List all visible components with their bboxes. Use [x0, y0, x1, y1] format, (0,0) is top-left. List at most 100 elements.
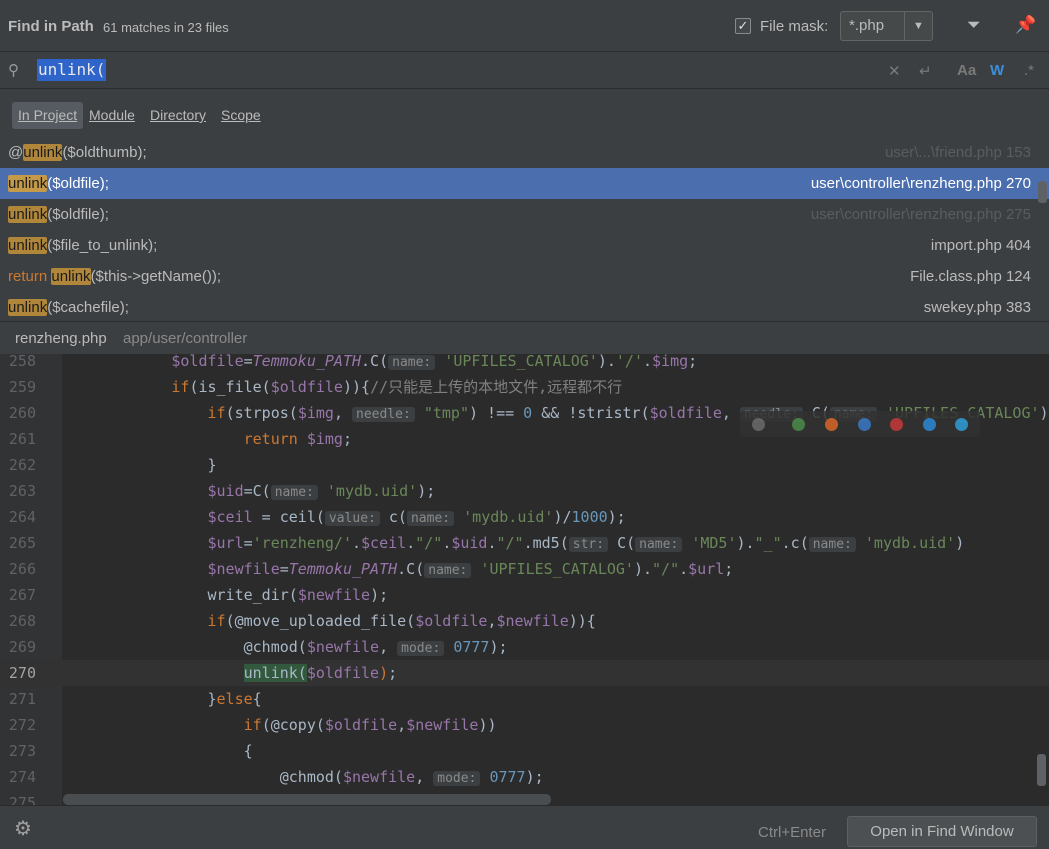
words-toggle[interactable]: W [990, 62, 1004, 79]
result-location: swekey.php 383 [923, 299, 1031, 316]
code-preview[interactable]: 258 $oldfile=Temmoku_PATH.C(name: 'UPFIL… [0, 354, 1049, 805]
horizontal-scrollbar[interactable] [63, 794, 551, 805]
code-line: 267 write_dir($newfile); [0, 582, 1049, 608]
code-line: 274 @chmod($newfile, mode: 0777); [0, 764, 1049, 790]
tab-directory[interactable]: Directory [144, 102, 212, 129]
result-row[interactable]: return unlink($this->getName()); File.cl… [0, 261, 1049, 292]
line-number: 259 [8, 378, 36, 396]
tab-module[interactable]: Module [83, 102, 141, 129]
pin-icon[interactable]: 📌 [1015, 15, 1036, 35]
code-line: 258 $oldfile=Temmoku_PATH.C(name: 'UPFIL… [0, 354, 1049, 374]
tab-in-project[interactable]: In Project [12, 102, 84, 129]
result-location: File.class.php 124 [910, 268, 1031, 285]
result-location: user\controller\renzheng.php 275 [810, 206, 1031, 223]
dialog-title: Find in Path [8, 18, 94, 35]
safari-icon[interactable] [858, 418, 871, 431]
result-match: unlink [23, 144, 63, 161]
code-line: 269 @chmod($newfile, mode: 0777); [0, 634, 1049, 660]
filter-icon[interactable]: ⏷ [967, 15, 981, 35]
line-number: 261 [8, 430, 36, 448]
line-number: 265 [8, 534, 36, 552]
line-number: 275 [8, 794, 36, 805]
line-number: 271 [8, 690, 36, 708]
preview-header: renzheng.php app/user/controller [0, 321, 1049, 354]
code-line: 262 } [0, 452, 1049, 478]
opera-icon[interactable] [890, 418, 903, 431]
result-row[interactable]: unlink($oldfile); user\controller\renzhe… [0, 199, 1049, 230]
regex-toggle[interactable]: .* [1024, 62, 1034, 79]
line-number: 260 [8, 404, 36, 422]
results-list: @unlink($oldthumb); user\...\friend.php … [0, 137, 1049, 323]
vertical-scrollbar[interactable] [1037, 754, 1046, 786]
browser-preview-bar [740, 411, 980, 437]
result-row[interactable]: @unlink($oldthumb); user\...\friend.php … [0, 137, 1049, 168]
results-scrollbar[interactable] [1038, 181, 1047, 203]
code-line-current: 270 unlink($oldfile); [0, 660, 1049, 686]
preview-file-name: renzheng.php [15, 330, 107, 347]
result-row-selected[interactable]: unlink($oldfile); user\controller\renzhe… [0, 168, 1049, 199]
search-icon[interactable]: ⚲ [8, 61, 19, 79]
clear-icon[interactable]: ✕ [888, 62, 901, 80]
search-input[interactable]: unlink( [37, 59, 107, 81]
line-number: 270 [8, 664, 36, 682]
result-row[interactable]: unlink($cachefile); swekey.php 383 [0, 292, 1049, 323]
file-mask-select[interactable]: *.php ▼ [840, 11, 933, 41]
result-location: user\...\friend.php 153 [885, 144, 1031, 161]
line-number: 274 [8, 768, 36, 786]
code-line: 263 $uid=C(name: 'mydb.uid'); [0, 478, 1049, 504]
line-number: 258 [8, 354, 36, 370]
code-line: 264 $ceil = ceil(value: c(name: 'mydb.ui… [0, 504, 1049, 530]
result-location: user\controller\renzheng.php 270 [810, 175, 1031, 192]
code-line: 259 if(is_file($oldfile)){//只能是上传的本地文件,远… [0, 374, 1049, 400]
result-rest: ($oldthumb); [62, 144, 147, 161]
result-keyword: return [8, 268, 52, 285]
preview-file-path: app/user/controller [123, 330, 248, 347]
result-match: unlink [8, 206, 48, 223]
result-row[interactable]: unlink($file_to_unlink); import.php 404 [0, 230, 1049, 261]
result-match: unlink [8, 299, 48, 316]
gear-icon[interactable]: ⚙ [14, 816, 32, 841]
result-rest: ($oldfile); [47, 206, 109, 223]
shortcut-hint: Ctrl+Enter [758, 824, 826, 841]
line-number: 273 [8, 742, 36, 760]
edge-icon[interactable] [955, 418, 968, 431]
code-line: 266 $newfile=Temmoku_PATH.C(name: 'UPFIL… [0, 556, 1049, 582]
result-rest: ($file_to_unlink); [47, 237, 158, 254]
newline-icon[interactable]: ↵ [919, 62, 932, 80]
match-count: 61 matches in 23 files [103, 20, 229, 35]
tab-scope[interactable]: Scope [215, 102, 267, 129]
file-mask-label: File mask: [760, 18, 829, 35]
find-footer: ⚙ Ctrl+Enter Open in Find Window [0, 805, 1049, 849]
browser-icon[interactable] [752, 418, 765, 431]
result-rest: ($oldfile); [47, 175, 109, 192]
file-mask-value: *.php [849, 17, 885, 34]
ie-icon[interactable] [923, 418, 936, 431]
line-number: 264 [8, 508, 36, 526]
line-number: 267 [8, 586, 36, 604]
match-case-toggle[interactable]: Aa [957, 62, 976, 79]
chrome-icon[interactable] [792, 418, 805, 431]
code-line: 271 }else{ [0, 686, 1049, 712]
code-line: 273 { [0, 738, 1049, 764]
result-match: unlink [8, 175, 48, 192]
firefox-icon[interactable] [825, 418, 838, 431]
line-number: 269 [8, 638, 36, 656]
result-rest: ($cachefile); [47, 299, 129, 316]
line-number: 263 [8, 482, 36, 500]
scope-tabs: In Project Module Directory Scope [0, 90, 1049, 136]
code-line: 268 if(@move_uploaded_file($oldfile,$new… [0, 608, 1049, 634]
code-line: 265 $url='renzheng/'.$ceil."/".$uid."/".… [0, 530, 1049, 556]
code-line: 272 if(@copy($oldfile,$newfile)) [0, 712, 1049, 738]
open-in-find-window-button[interactable]: Open in Find Window [847, 816, 1037, 847]
file-mask-checkbox[interactable]: ✓ [735, 18, 751, 34]
line-number: 268 [8, 612, 36, 630]
result-prefix: @ [8, 144, 24, 161]
line-number: 272 [8, 716, 36, 734]
search-bar: ⚲ unlink( ✕ ↵ Aa W .* [0, 53, 1049, 89]
chevron-down-icon[interactable]: ▼ [904, 12, 932, 40]
line-number: 262 [8, 456, 36, 474]
result-location: import.php 404 [930, 237, 1031, 254]
line-number: 266 [8, 560, 36, 578]
result-rest: ($this->getName()); [90, 268, 222, 285]
find-header: Find in Path 61 matches in 23 files ✓ Fi… [0, 0, 1049, 52]
